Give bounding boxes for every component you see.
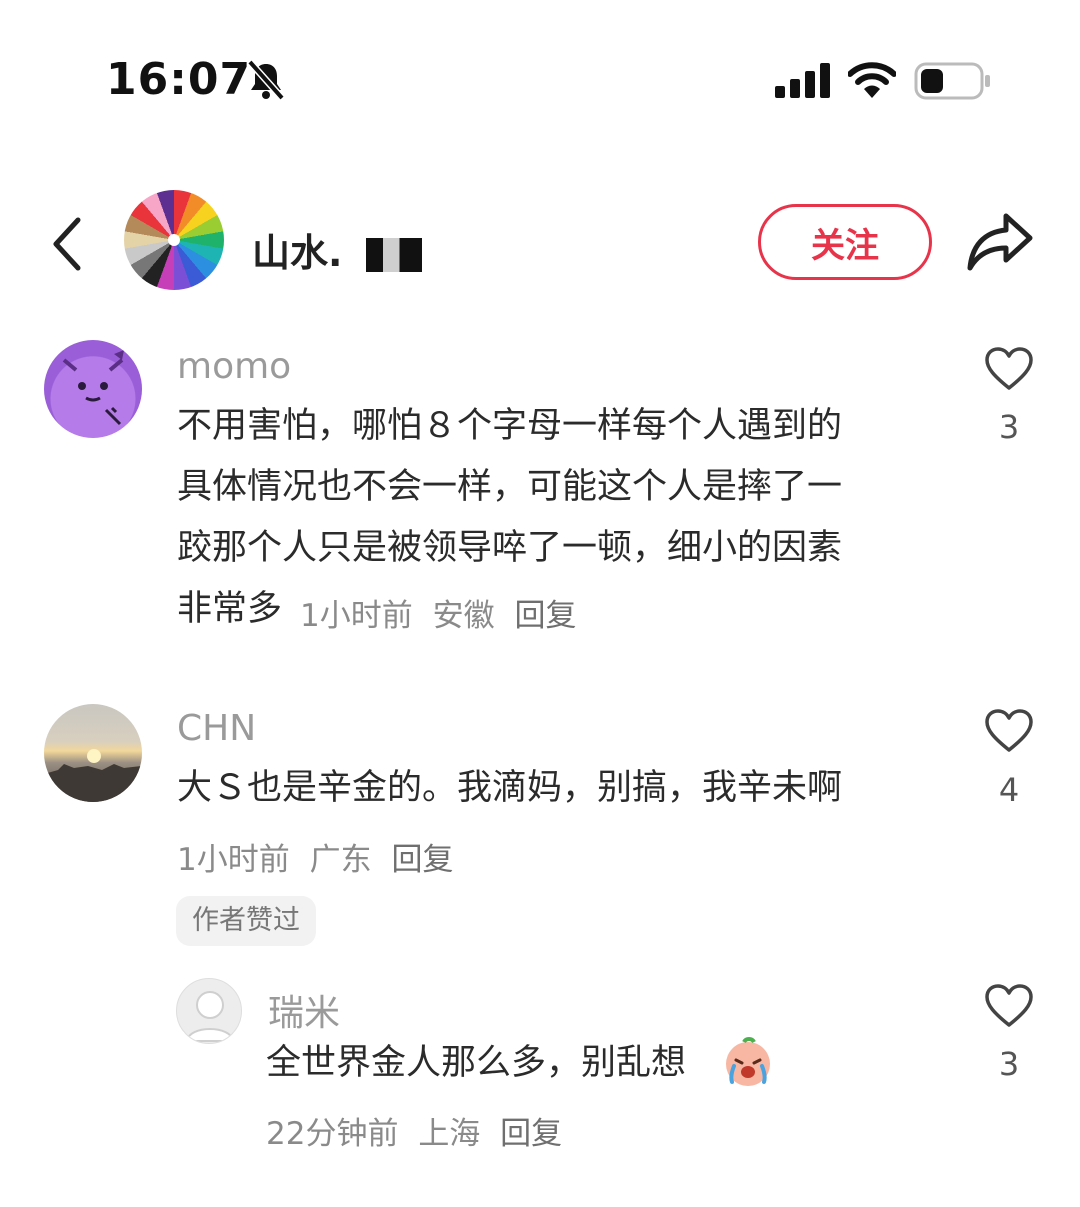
author-name[interactable]: 山水. <box>252 222 342 277</box>
heart-icon[interactable] <box>984 346 1034 392</box>
sunset-photo-avatar-icon <box>44 749 142 802</box>
comment-time: 1小时前 <box>177 842 290 878</box>
comment-author-ruimi[interactable]: 瑞米 <box>268 984 340 1036</box>
purple-cat-avatar-icon <box>62 350 124 426</box>
battery-icon <box>914 62 990 100</box>
comment-text: 全世界金人那么多，别乱想 <box>266 1043 687 1083</box>
bell-muted-icon <box>247 59 285 101</box>
avatar[interactable] <box>44 704 142 802</box>
crying-emoji-icon <box>726 1037 770 1086</box>
redacted-name-block <box>366 238 422 272</box>
heart-icon[interactable] <box>984 983 1034 1029</box>
share-icon[interactable] <box>966 210 1034 272</box>
cellular-signal-icon <box>775 63 830 98</box>
like-count: 3 <box>998 1045 1020 1083</box>
avatar[interactable] <box>44 340 142 438</box>
like-count: 3 <box>998 408 1020 446</box>
heart-icon[interactable] <box>984 708 1034 754</box>
follow-button[interactable]: 关注 <box>758 204 932 280</box>
comment-location: 安徽 <box>432 598 495 634</box>
reply-button[interactable]: 回复 <box>514 598 576 634</box>
like-count: 4 <box>998 771 1020 809</box>
comment-location: 广东 <box>309 842 372 878</box>
comment-meta: 22分钟前 上海 回复 <box>266 1108 572 1153</box>
reply-button[interactable]: 回复 <box>391 842 453 878</box>
comment-author-chn[interactable]: CHN <box>177 708 256 749</box>
comment-meta: 1小时前 广东 回复 <box>177 834 463 879</box>
wifi-icon <box>848 62 896 98</box>
comment-meta: 1小时前 安徽 回复 <box>300 590 586 635</box>
author-avatar[interactable] <box>124 190 224 290</box>
reply-button[interactable]: 回复 <box>500 1116 562 1152</box>
comment-text: 大Ｓ也是辛金的。我滴妈，别搞，我辛未啊 <box>177 768 843 808</box>
avatar[interactable] <box>176 978 242 1044</box>
comment-location: 上海 <box>418 1116 481 1152</box>
comment-time: 1小时前 <box>300 598 413 634</box>
status-time: 16:07 <box>106 54 252 105</box>
comment-author-momo[interactable]: momo <box>177 346 291 387</box>
comment-time: 22分钟前 <box>266 1116 399 1152</box>
author-liked-badge: 作者赞过 <box>176 896 316 946</box>
back-arrow-icon[interactable] <box>44 212 96 276</box>
default-user-avatar-icon <box>185 991 235 1042</box>
